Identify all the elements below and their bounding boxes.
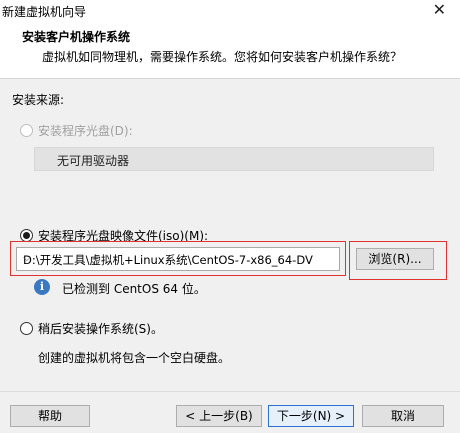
back-button[interactable]: < 上一步(B)	[176, 405, 262, 427]
close-icon[interactable]: ✕	[433, 0, 446, 19]
later-description: 创建的虚拟机将包含一个空白硬盘。	[38, 351, 231, 365]
install-source-label: 安装来源:	[12, 93, 65, 107]
disc-radio[interactable]	[20, 124, 33, 137]
detected-os-text: 已检测到 CentOS 64 位。	[62, 282, 206, 296]
highlight-box-iso-path	[10, 241, 346, 276]
disc-drive-value: 无可用驱动器	[57, 154, 130, 168]
highlight-box-browse	[349, 241, 447, 280]
page-title: 安装客户机操作系统	[22, 30, 131, 44]
later-radio[interactable]	[20, 322, 33, 335]
cancel-button[interactable]: 取消	[362, 405, 444, 427]
later-option-label: 稍后安装操作系统(S)。	[38, 322, 163, 336]
title-bar: 新建虚拟机向导 ✕	[0, 0, 460, 22]
next-button[interactable]: 下一步(N) >	[268, 405, 354, 427]
help-button[interactable]: 帮助	[10, 405, 90, 427]
info-icon: i	[34, 279, 50, 295]
install-source-panel: 安装来源: 安装程序光盘(D): 无可用驱动器 安装程序光盘映像文件(iso)(…	[0, 79, 460, 391]
page-subtitle: 虚拟机如同物理机，需要操作系统。您将如何安装客户机操作系统？	[42, 50, 403, 64]
window-title: 新建虚拟机向导	[2, 5, 87, 19]
wizard-header: 安装客户机操作系统 虚拟机如同物理机，需要操作系统。您将如何安装客户机操作系统？	[0, 22, 460, 78]
disc-drive-dropdown[interactable]: 无可用驱动器	[34, 147, 434, 171]
disc-option-label: 安装程序光盘(D):	[38, 124, 133, 138]
wizard-footer: 帮助 < 上一步(B) 下一步(N) > 取消	[0, 391, 460, 433]
